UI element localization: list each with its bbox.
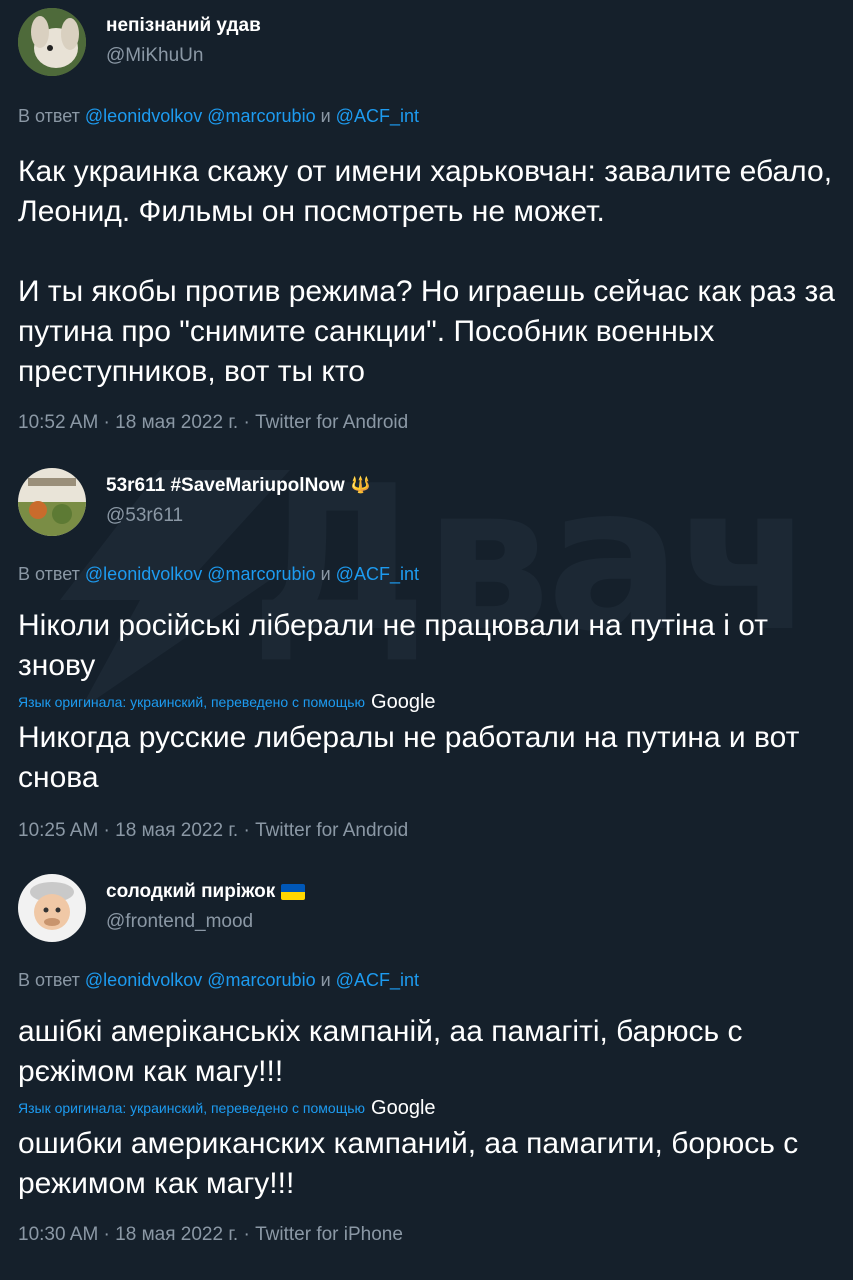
reply-context: В ответ @leonidvolkov @marcorubio и @ACF… xyxy=(18,970,419,990)
mention-link[interactable]: @ACF_int xyxy=(336,970,419,990)
tweet-text: ашібкі амеріканськіх кампаній, аа памагі… xyxy=(18,1015,743,1088)
rabbit-avatar-icon[interactable] xyxy=(18,8,86,76)
tweet-meta[interactable]: 10:30 AM · 18 мая 2022 г. · Twitter for … xyxy=(18,1222,835,1248)
tweet-text: Ніколи російські ліберали не працювали н… xyxy=(18,609,768,682)
user-handle[interactable]: @MiKhuUn xyxy=(106,42,261,70)
display-name[interactable]: солодкий пиріжок xyxy=(106,880,306,904)
user-handle[interactable]: @frontend_mood xyxy=(106,908,305,936)
google-logo: Google xyxy=(371,691,436,713)
tweet-1[interactable]: непізнаний удав @MiKhuUn В ответ @leonid… xyxy=(18,6,835,436)
tweet-meta[interactable]: 10:52 AM · 18 мая 2022 г. · Twitter for … xyxy=(18,410,835,436)
translation-note[interactable]: Язык оригинала: украинский, переведено с… xyxy=(18,692,835,712)
mention-link[interactable]: @ACF_int xyxy=(336,564,419,584)
mention-link[interactable]: @marcorubio xyxy=(207,564,315,584)
reply-context: В ответ @leonidvolkov @marcorubio и @ACF… xyxy=(18,106,419,126)
painting-avatar-icon[interactable] xyxy=(18,468,86,536)
reply-context: В ответ @leonidvolkov @marcorubio и @ACF… xyxy=(18,564,419,584)
display-name[interactable]: непізнаний удав xyxy=(106,14,261,38)
display-name[interactable]: 53r611 #SaveMariupolNow 🔱 xyxy=(106,474,371,498)
mention-link[interactable]: @leonidvolkov xyxy=(85,564,202,584)
memoji-avatar-icon[interactable] xyxy=(18,874,86,942)
translation-note[interactable]: Язык оригинала: украинский, переведено с… xyxy=(18,1098,835,1118)
mention-link[interactable]: @leonidvolkov xyxy=(85,106,202,126)
tweet-2[interactable]: 53r611 #SaveMariupolNow 🔱 @53r611 В отве… xyxy=(18,466,835,844)
tweet-text: Как украинка скажу от имени харьковчан: … xyxy=(18,155,835,388)
tweet-3[interactable]: солодкий пиріжок @frontend_mood В ответ … xyxy=(18,872,835,1248)
translated-text: ошибки американских кампаний, аа памагит… xyxy=(18,1127,799,1200)
tweet-meta[interactable]: 10:25 AM · 18 мая 2022 г. · Twitter for … xyxy=(18,818,835,844)
translated-text: Никогда русские либералы не работали на … xyxy=(18,721,800,794)
mention-link[interactable]: @leonidvolkov xyxy=(85,970,202,990)
trident-icon: 🔱 xyxy=(350,477,371,494)
mention-link[interactable]: @marcorubio xyxy=(207,970,315,990)
google-logo: Google xyxy=(371,1097,436,1119)
ukraine-flag-icon xyxy=(281,884,306,900)
mention-link[interactable]: @ACF_int xyxy=(336,106,419,126)
user-handle[interactable]: @53r611 xyxy=(106,502,371,530)
mention-link[interactable]: @marcorubio xyxy=(207,106,315,126)
